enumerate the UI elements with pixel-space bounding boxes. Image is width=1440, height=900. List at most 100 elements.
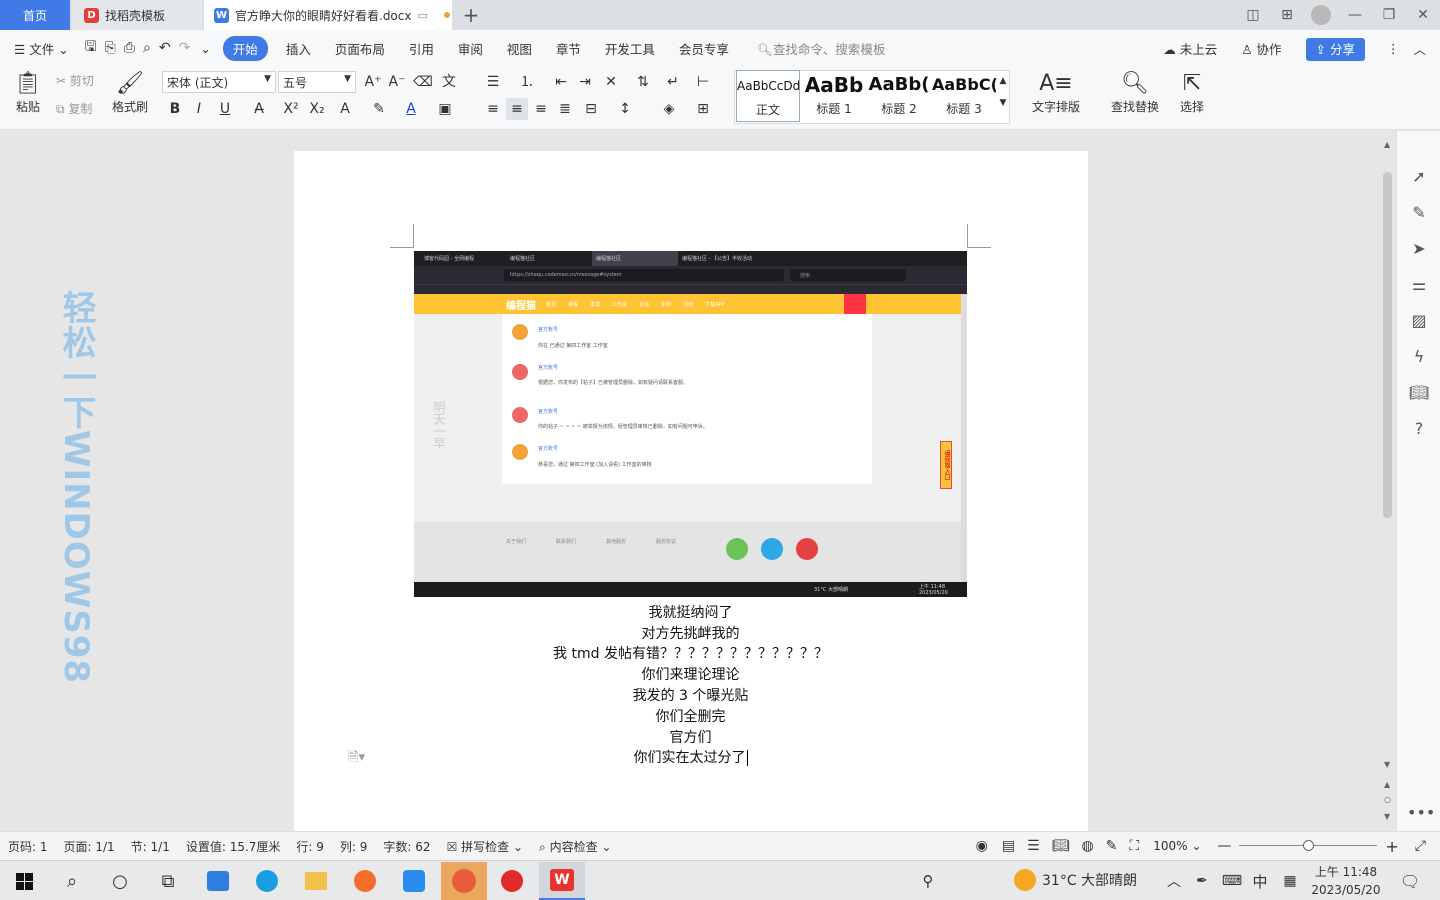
- menu-file[interactable]: ☰ 文件 ⌄: [0, 39, 81, 58]
- text-effect-icon[interactable]: A: [334, 98, 356, 120]
- decrease-indent-icon[interactable]: ⇤: [550, 71, 572, 93]
- zoom-in-icon[interactable]: +: [1377, 837, 1406, 856]
- sort-icon[interactable]: ⇅: [632, 71, 654, 93]
- line-spacing-icon[interactable]: ↕: [614, 98, 636, 120]
- tab-templates[interactable]: D 找稻壳模板: [72, 0, 202, 30]
- tab-document[interactable]: W 官方睁大你的眼睛好好看看.docx ▭: [204, 0, 452, 30]
- clear-format-icon[interactable]: ⌫: [412, 71, 434, 93]
- font-name-select[interactable]: 宋体 (正文) ▼: [162, 71, 276, 93]
- feishu-icon[interactable]: [396, 865, 432, 897]
- strikethrough-icon[interactable]: A̶: [248, 98, 270, 120]
- shading-icon[interactable]: ◈: [658, 98, 680, 120]
- char-border-icon[interactable]: ▣: [434, 98, 456, 120]
- outline-view-icon[interactable]: ☰: [1021, 838, 1046, 854]
- print-preview-icon[interactable]: ⌕: [139, 40, 155, 56]
- minimize-icon[interactable]: —: [1338, 7, 1372, 23]
- collab-button[interactable]: ♙ 协作: [1229, 39, 1293, 58]
- save-icon[interactable]: 🖫: [81, 36, 101, 60]
- status-setting[interactable]: 设置值: 15.7厘米: [178, 838, 289, 855]
- status-section[interactable]: 节: 1/1: [123, 838, 178, 855]
- clock[interactable]: 上午 11:48 2023/05/20: [1308, 863, 1384, 899]
- menu-chapter[interactable]: 章节: [544, 39, 593, 58]
- export-pdf-icon[interactable]: ⎘: [101, 40, 120, 56]
- doc-line-2[interactable]: 对方先挑衅我的: [414, 623, 967, 643]
- tab-window-icon[interactable]: ▭: [417, 9, 427, 22]
- browse-object-icon[interactable]: ○: [1384, 795, 1391, 804]
- style-heading-2[interactable]: AaBb(标题 2: [867, 70, 931, 122]
- collapse-ribbon-icon[interactable]: ︿: [1409, 39, 1440, 58]
- close-icon[interactable]: ✕: [1406, 7, 1440, 23]
- prev-page-icon[interactable]: ▲: [1384, 780, 1390, 789]
- scroll-down-icon[interactable]: ▼: [1384, 760, 1390, 769]
- next-page-icon[interactable]: ▼: [1384, 812, 1390, 821]
- wps-icon[interactable]: W: [539, 862, 585, 900]
- scroll-thumb[interactable]: [1383, 172, 1392, 518]
- cut-button[interactable]: ✂ 剪切: [56, 72, 94, 89]
- zoom-level[interactable]: 100% ⌄: [1145, 839, 1209, 853]
- more-icon[interactable]: ⋮: [1377, 41, 1410, 56]
- cloud-status[interactable]: ☁ 未上云: [1151, 39, 1229, 58]
- doc-line-7[interactable]: 官方们: [414, 727, 967, 747]
- text-layout-button[interactable]: A≡ 文字排版: [1026, 70, 1086, 115]
- style-normal[interactable]: AaBbCcDd 正文: [736, 70, 800, 122]
- format-painter-button[interactable]: 🖌︎ 格式刷: [110, 70, 150, 115]
- style-heading-1[interactable]: AaBb 标题 1: [802, 70, 866, 122]
- align-left-icon[interactable]: ≡: [482, 98, 504, 120]
- pinyin-icon[interactable]: 文: [438, 71, 460, 93]
- menu-view[interactable]: 视图: [495, 39, 544, 58]
- tab-home[interactable]: 首页: [0, 0, 70, 30]
- style-gallery-scroll-icon[interactable]: ▲ ▼: [996, 70, 1010, 108]
- find-replace-button[interactable]: 🔍︎ 查找替换: [1104, 70, 1166, 115]
- menu-developer[interactable]: 开发工具: [593, 39, 667, 58]
- font-color-icon[interactable]: A: [400, 98, 422, 120]
- justify-icon[interactable]: ≣: [554, 98, 576, 120]
- share-button[interactable]: ⇪ 分享: [1294, 37, 1377, 61]
- bullet-list-icon[interactable]: ☰: [482, 71, 504, 93]
- reading-view-icon[interactable]: 📖︎: [1046, 838, 1076, 854]
- increase-font-icon[interactable]: A⁺: [362, 71, 384, 93]
- tab-stops-icon[interactable]: ⊢: [692, 71, 714, 93]
- doc-line-4[interactable]: 你们来理论理论: [414, 664, 967, 684]
- copy-button[interactable]: ⧉ 复制: [56, 100, 92, 117]
- redo-icon[interactable]: ↷: [175, 40, 195, 56]
- notification-icon[interactable]: 🗨︎: [1392, 865, 1428, 897]
- settings-sliders-icon[interactable]: ⚌: [1407, 273, 1431, 297]
- subscript-icon[interactable]: X₂: [306, 98, 328, 120]
- status-pages[interactable]: 页面: 1/1: [56, 838, 123, 855]
- numbered-list-icon[interactable]: ⒈: [516, 71, 538, 93]
- zoom-slider[interactable]: [1239, 840, 1378, 852]
- restore-icon[interactable]: ❐: [1372, 7, 1406, 23]
- scroll-up-icon[interactable]: ▲: [1384, 140, 1390, 149]
- doc-line-6[interactable]: 你们全删完: [414, 706, 967, 726]
- align-right-icon[interactable]: ≡: [530, 98, 552, 120]
- ime-mode-icon[interactable]: ▦: [1272, 865, 1308, 897]
- task-view-icon[interactable]: ⧉: [150, 865, 186, 897]
- status-words[interactable]: 字数: 62: [375, 838, 438, 855]
- show-marks-icon[interactable]: ↵: [662, 71, 684, 93]
- chinese-layout-icon[interactable]: ✕: [600, 71, 622, 93]
- doc-line-5[interactable]: 我发的 3 个曝光贴: [414, 685, 967, 705]
- status-page[interactable]: 页码: 1: [0, 838, 56, 855]
- edge-icon[interactable]: [249, 865, 285, 897]
- avatar[interactable]: [1304, 5, 1338, 25]
- bold-icon[interactable]: B: [164, 98, 186, 120]
- undo-icon[interactable]: ↶: [155, 40, 175, 56]
- underline-icon[interactable]: U: [214, 98, 236, 120]
- font-size-select[interactable]: 五号 ▼: [278, 71, 356, 93]
- zoom-slider-thumb[interactable]: [1303, 840, 1315, 851]
- windows-start-icon[interactable]: [6, 865, 42, 897]
- increase-indent-icon[interactable]: ⇥: [574, 71, 596, 93]
- book-icon[interactable]: 📖︎: [1407, 381, 1431, 405]
- codemao-app-icon[interactable]: [441, 862, 487, 900]
- cursor-icon[interactable]: ➤: [1407, 237, 1431, 261]
- align-center-icon[interactable]: ≡: [506, 98, 528, 120]
- menu-page-layout[interactable]: 页面布局: [323, 39, 397, 58]
- spell-check-button[interactable]: ☒ 拼写检查 ⌄: [439, 838, 531, 855]
- distribute-icon[interactable]: ⊟: [580, 98, 602, 120]
- people-icon[interactable]: ⚲: [910, 865, 946, 897]
- doc-line-3[interactable]: 我 tmd 发帖有错？？？？？？？？？？？？: [414, 643, 967, 663]
- web-view-icon[interactable]: ◍: [1075, 838, 1099, 854]
- vertical-scrollbar[interactable]: ▲ ▼ ▲ ○ ▼: [1380, 140, 1396, 830]
- superscript-icon[interactable]: X²: [280, 98, 302, 120]
- more-dots-icon[interactable]: •••: [1407, 801, 1435, 825]
